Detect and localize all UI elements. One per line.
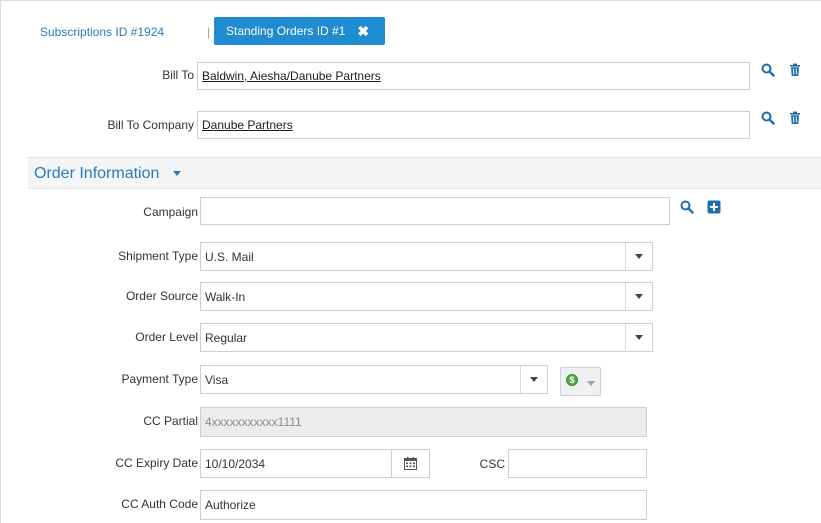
chevron-down-icon[interactable] <box>625 324 652 351</box>
cc-expiry-date-value: 10/10/2034 <box>205 456 266 471</box>
calendar-button[interactable] <box>391 449 430 478</box>
search-icon[interactable] <box>761 111 775 125</box>
tab-standing-orders[interactable]: Standing Orders ID #1 ✖ <box>214 17 385 45</box>
bill-to-company-field[interactable]: Danube Partners <box>197 111 750 139</box>
order-level-label: Order Level <box>135 330 198 344</box>
bill-to-company-value[interactable]: Danube Partners <box>202 118 293 132</box>
plus-square-icon[interactable] <box>707 200 721 214</box>
order-source-label: Order Source <box>125 289 198 303</box>
frame-border-top <box>0 0 821 1</box>
order-source-value: Walk-In <box>205 289 246 304</box>
cc-expiry-date-label: CC Expiry Date <box>115 456 198 470</box>
shipment-type-value: U.S. Mail <box>205 249 254 264</box>
cc-partial-value: 4xxxxxxxxxxx1111 <box>205 415 302 429</box>
order-information-title[interactable]: Order Information <box>34 165 159 183</box>
cc-auth-code-input[interactable]: Authorize <box>200 490 647 520</box>
trash-icon[interactable] <box>788 111 802 125</box>
cc-auth-code-value: Authorize <box>205 498 256 512</box>
search-icon[interactable] <box>680 200 694 214</box>
cc-partial-label: CC Partial <box>143 414 198 428</box>
tab-separator: | <box>207 25 211 39</box>
order-level-value: Regular <box>205 330 248 345</box>
payment-type-value: Visa <box>205 372 229 387</box>
payment-type-select[interactable]: Visa <box>200 365 548 394</box>
campaign-input[interactable] <box>200 197 670 225</box>
tab-subscriptions[interactable]: Subscriptions ID #1924 <box>40 25 164 39</box>
cc-partial-field: 4xxxxxxxxxxx1111 <box>200 407 647 437</box>
calendar-icon <box>404 457 417 470</box>
cc-expiry-date-input[interactable]: 10/10/2034 <box>200 449 392 478</box>
payment-type-label: Payment Type <box>121 372 199 386</box>
campaign-label: Campaign <box>143 205 198 219</box>
bill-to-label: Bill To <box>162 68 194 82</box>
bill-to-company-label: Bill To Company <box>107 118 194 132</box>
payment-options-button[interactable]: $ <box>560 367 601 396</box>
bill-to-value[interactable]: Baldwin, Aiesha/Danube Partners <box>202 69 381 83</box>
dollar-coin-icon: $ <box>566 374 578 386</box>
order-information-section-header[interactable]: Order Information <box>28 157 821 189</box>
cc-auth-code-label: CC Auth Code <box>121 497 198 511</box>
tab-standing-orders-label: Standing Orders ID #1 <box>226 24 346 38</box>
order-level-select[interactable]: Regular <box>200 323 653 352</box>
caret-down-icon <box>587 381 595 386</box>
shipment-type-label: Shipment Type <box>118 249 198 263</box>
order-source-select[interactable]: Walk-In <box>200 282 653 311</box>
csc-input[interactable] <box>508 449 647 478</box>
search-icon[interactable] <box>761 63 775 77</box>
chevron-down-icon[interactable] <box>625 243 652 270</box>
trash-icon[interactable] <box>788 63 802 77</box>
shipment-type-select[interactable]: U.S. Mail <box>200 242 653 271</box>
caret-down-icon[interactable] <box>173 171 181 176</box>
close-icon[interactable]: ✖ <box>357 24 369 38</box>
chevron-down-icon[interactable] <box>625 283 652 310</box>
frame-border-left <box>0 0 1 523</box>
csc-label: CSC <box>479 457 505 471</box>
chevron-down-icon[interactable] <box>520 366 547 393</box>
bill-to-field[interactable]: Baldwin, Aiesha/Danube Partners <box>197 62 750 90</box>
